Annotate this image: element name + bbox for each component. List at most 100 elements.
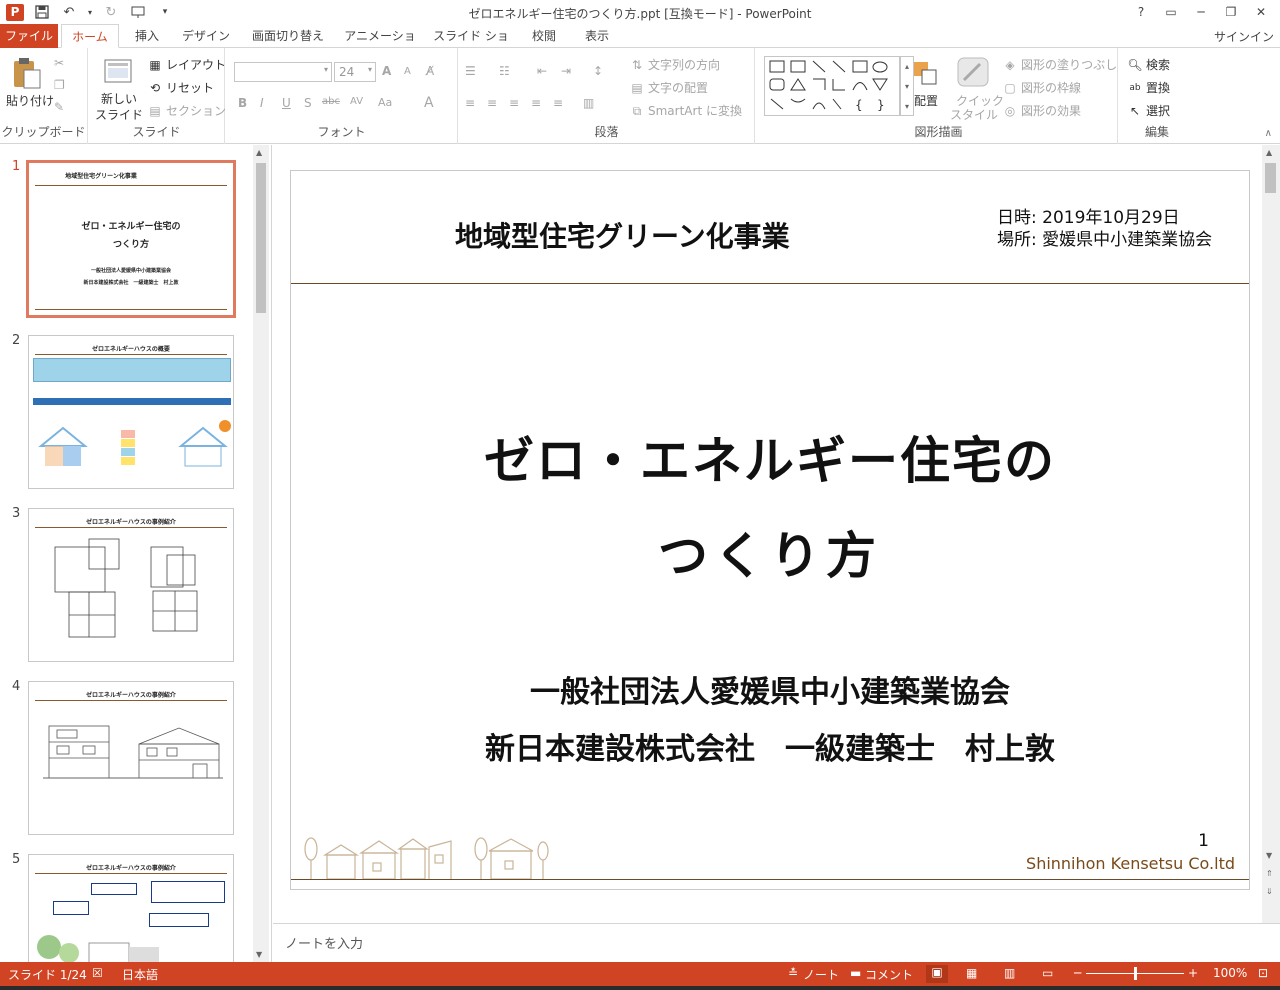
copy-icon[interactable]: ❐: [54, 78, 65, 92]
previous-slide-icon[interactable]: ⇑: [1266, 869, 1273, 878]
paste-button[interactable]: 貼り付け: [6, 92, 54, 109]
scroll-down-icon[interactable]: ▼: [256, 950, 262, 959]
layout-button[interactable]: レイアウト: [166, 56, 226, 73]
arrange-button[interactable]: 配置: [914, 92, 938, 109]
help-icon[interactable]: ?: [1126, 1, 1156, 23]
thumbnail-scroll-thumb[interactable]: [256, 163, 266, 313]
quick-styles-button-line2[interactable]: スタイル: [950, 106, 998, 123]
tab-transitions[interactable]: 画面切り替え: [244, 24, 332, 48]
font-color-button[interactable]: A: [424, 95, 434, 111]
zoom-in-icon[interactable]: +: [1188, 966, 1198, 980]
sign-in-link[interactable]: サインイン: [1214, 28, 1274, 45]
editor-scrollbar[interactable]: ▲ ▼ ⇑ ⇓: [1262, 145, 1280, 923]
format-painter-icon[interactable]: ✎: [54, 100, 64, 114]
language-indicator[interactable]: 日本語: [122, 966, 158, 983]
next-slide-icon[interactable]: ⇓: [1266, 887, 1273, 896]
scroll-down-icon[interactable]: ▼: [1266, 851, 1272, 860]
italic-button[interactable]: I: [260, 96, 264, 110]
comments-icon[interactable]: ▬: [850, 966, 861, 980]
columns-icon[interactable]: ▥: [583, 96, 594, 110]
grow-font-icon[interactable]: A: [382, 64, 391, 78]
justify-icon[interactable]: ≡: [531, 96, 541, 110]
align-center-icon[interactable]: ≡: [487, 96, 497, 110]
font-family-select[interactable]: ▾: [234, 62, 332, 82]
zoom-slider-thumb[interactable]: [1134, 967, 1137, 980]
underline-button[interactable]: U: [282, 96, 291, 110]
tab-file[interactable]: ファイル: [0, 24, 58, 48]
select-button[interactable]: 選択: [1146, 102, 1170, 119]
comments-toggle[interactable]: コメント: [865, 966, 913, 983]
slide-header[interactable]: 地域型住宅グリーン化事業: [455, 215, 790, 255]
shape-effects-button[interactable]: 図形の効果: [1021, 102, 1081, 119]
thumbnail-slide-5[interactable]: ゼロエネルギーハウスの事例紹介: [28, 854, 234, 962]
slide-title-line1[interactable]: ゼロ・エネルギー住宅の: [291, 421, 1249, 493]
spellcheck-icon[interactable]: ☒: [92, 966, 103, 980]
close-icon[interactable]: ✕: [1246, 1, 1276, 23]
notes-pane[interactable]: ノートを入力: [273, 923, 1280, 962]
distributed-icon[interactable]: ≡: [553, 96, 563, 110]
find-button[interactable]: 検索: [1146, 56, 1170, 73]
normal-view-icon[interactable]: ▣: [926, 965, 948, 983]
align-right-icon[interactable]: ≡: [509, 96, 519, 110]
section-button[interactable]: セクション: [166, 102, 226, 119]
editor-scroll-thumb[interactable]: [1265, 163, 1276, 193]
tab-view[interactable]: 表示: [574, 24, 620, 48]
notes-placeholder[interactable]: ノートを入力: [285, 933, 363, 952]
thumbnail-slide-4[interactable]: ゼロエネルギーハウスの事例紹介: [28, 681, 234, 835]
notes-icon[interactable]: ≛: [788, 966, 798, 980]
slide-org-line1[interactable]: 一般社団法人愛媛県中小建築業協会: [291, 667, 1249, 711]
slideshow-view-icon[interactable]: ▭: [1042, 966, 1053, 980]
font-size-select[interactable]: 24 ▾: [334, 62, 376, 82]
strikethrough-button[interactable]: abc: [322, 96, 340, 107]
cut-icon[interactable]: ✂: [54, 56, 64, 70]
reset-button[interactable]: リセット: [166, 79, 214, 96]
bold-button[interactable]: B: [238, 96, 247, 110]
shrink-font-icon[interactable]: A: [404, 66, 411, 77]
fit-to-window-icon[interactable]: ⊡: [1258, 966, 1268, 980]
paste-icon[interactable]: [12, 56, 42, 90]
thumbnail-slide-2[interactable]: ゼロエネルギーハウスの概要: [28, 335, 234, 489]
restore-icon[interactable]: ❐: [1216, 1, 1246, 23]
tab-insert[interactable]: 挿入: [122, 24, 172, 48]
ribbon-display-icon[interactable]: ▭: [1156, 1, 1186, 23]
text-direction-button[interactable]: 文字列の方向: [648, 56, 720, 73]
align-left-icon[interactable]: ≡: [465, 96, 475, 110]
increase-indent-icon[interactable]: ⇥: [561, 64, 571, 78]
shape-outline-button[interactable]: 図形の枠線: [1021, 79, 1081, 96]
line-spacing-icon[interactable]: ↕: [593, 64, 603, 78]
arrange-icon[interactable]: [910, 58, 940, 88]
slide-date-block[interactable]: 日時: 2019年10月29日 場所: 愛媛県中小建築業協会: [997, 207, 1212, 251]
char-spacing-button[interactable]: AV: [350, 96, 363, 107]
shape-fill-button[interactable]: 図形の塗りつぶし: [1021, 56, 1117, 73]
minimize-icon[interactable]: ─: [1186, 1, 1216, 23]
tab-slideshow[interactable]: スライド ショー: [428, 24, 514, 67]
thumbnail-scrollbar[interactable]: ▲ ▼: [253, 145, 269, 962]
slide-org-line2[interactable]: 新日本建設株式会社 一級建築士 村上敦: [291, 724, 1249, 768]
zoom-out-icon[interactable]: ─: [1074, 966, 1081, 980]
new-slide-button[interactable]: 新しい: [101, 90, 137, 107]
scroll-up-icon[interactable]: ▲: [256, 148, 262, 157]
replace-button[interactable]: 置換: [1146, 79, 1170, 96]
new-slide-icon[interactable]: [103, 56, 133, 86]
thumbnail-slide-3[interactable]: ゼロエネルギーハウスの事例紹介: [28, 508, 234, 662]
current-slide[interactable]: 地域型住宅グリーン化事業 日時: 2019年10月29日 場所: 愛媛県中小建築…: [290, 170, 1250, 890]
tab-design[interactable]: デザイン: [176, 24, 236, 48]
tab-review[interactable]: 校閲: [520, 24, 568, 48]
change-case-button[interactable]: Aa: [378, 96, 392, 109]
decrease-indent-icon[interactable]: ⇤: [537, 64, 547, 78]
clear-format-icon[interactable]: A̸: [426, 64, 434, 78]
new-slide-button-line2[interactable]: スライド: [95, 106, 143, 123]
slide-sorter-icon[interactable]: ▦: [966, 966, 977, 980]
collapse-ribbon-icon[interactable]: ∧: [1265, 128, 1272, 139]
scroll-up-icon[interactable]: ▲: [1266, 148, 1272, 157]
align-text-button[interactable]: 文字の配置: [648, 79, 708, 96]
quick-styles-icon[interactable]: [956, 56, 990, 88]
tab-animations[interactable]: アニメーション: [340, 24, 420, 67]
convert-smartart-button[interactable]: SmartArt に変換: [648, 102, 742, 119]
thumbnail-slide-1[interactable]: 地域型住宅グリーン化事業 ゼロ・エネルギー住宅の つくり方 一般社団法人愛媛県中…: [26, 160, 236, 318]
bullets-icon[interactable]: ☰: [465, 64, 476, 78]
notes-toggle[interactable]: ノート: [803, 966, 839, 983]
shapes-gallery[interactable]: {}: [764, 56, 900, 116]
shadow-button[interactable]: S: [304, 96, 312, 110]
zoom-level[interactable]: 100%: [1213, 966, 1247, 980]
